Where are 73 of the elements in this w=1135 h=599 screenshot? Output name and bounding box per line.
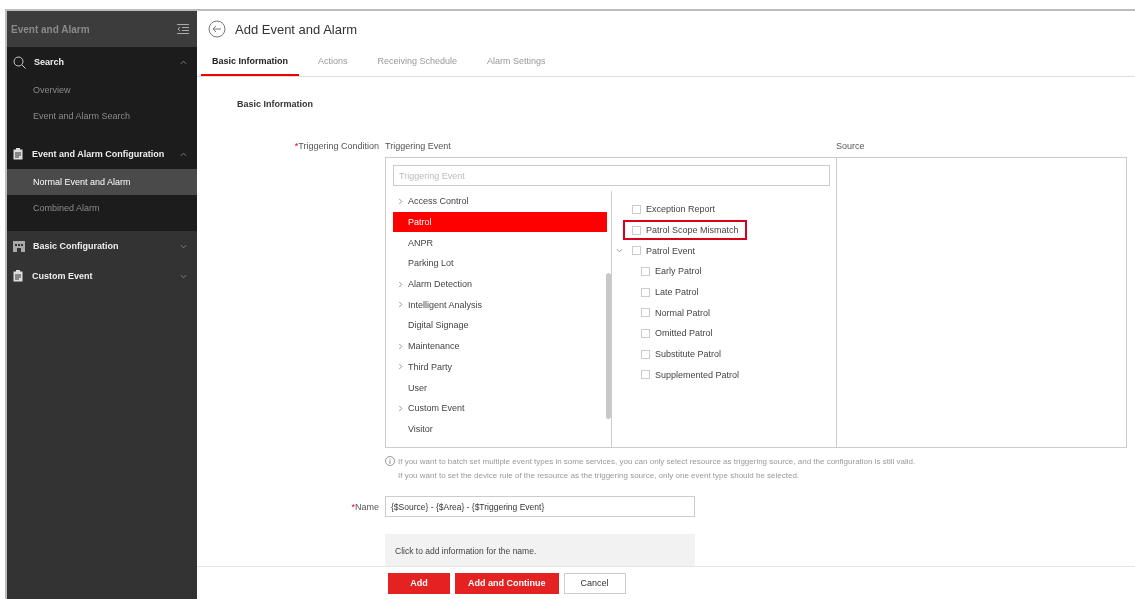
chevron-right-icon [397, 363, 404, 371]
category-item[interactable]: Intelligent Analysis [393, 294, 607, 316]
action-button[interactable]: Add [388, 572, 450, 594]
column-heading: Triggering Event [385, 141, 452, 153]
field-label: *Name [351, 501, 379, 512]
chevron-down-icon [180, 242, 187, 250]
sidebar-item[interactable]: Normal Event and Alarm [7, 169, 197, 195]
checkbox[interactable] [641, 328, 650, 338]
category-item[interactable]: Access Control [393, 191, 607, 212]
chevron-down-icon [180, 272, 187, 280]
event-label: Substitute Patrol [655, 349, 722, 360]
checkbox[interactable] [632, 204, 641, 214]
building-icon [13, 240, 25, 252]
sidebar-section[interactable]: Search [7, 47, 197, 77]
info-icon [385, 456, 395, 466]
section-title: Basic Information [237, 99, 314, 109]
checkbox[interactable] [641, 308, 650, 318]
chevron-right-icon [397, 301, 404, 309]
category-item[interactable]: Visitor [393, 418, 607, 440]
search-field[interactable]: Triggering Event [393, 165, 830, 186]
category-item[interactable]: Custom Event [393, 397, 607, 419]
search-icon [13, 55, 26, 69]
category-item[interactable]: Parking Lot [393, 253, 607, 274]
tab[interactable]: Basic Information [201, 47, 299, 76]
name-hint[interactable]: Click to add information for the name. [385, 534, 695, 566]
checkbox[interactable] [641, 349, 650, 359]
chevron-right-icon [397, 197, 404, 205]
sidebar-section[interactable]: Event and Alarm Configuration [7, 139, 197, 169]
chevron-right-icon [397, 280, 404, 288]
chevron-down-icon [616, 247, 623, 255]
chevron-up-icon [180, 58, 187, 66]
event-label: Supplemented Patrol [655, 369, 740, 380]
sidebar-item[interactable]: Event and Alarm Search [7, 103, 197, 129]
chevron-right-icon [397, 342, 404, 350]
checkbox[interactable] [632, 225, 641, 235]
checkbox[interactable] [641, 370, 650, 380]
chevron-up-icon [180, 150, 187, 158]
category-item[interactable]: Alarm Detection [393, 273, 607, 295]
event-label: Patrol Scope Mismatch [646, 225, 739, 236]
clipboard-icon [13, 148, 24, 160]
event-label: Omitted Patrol [655, 328, 713, 339]
collapse-menu-icon[interactable] [177, 24, 189, 34]
note-text: If you want to set the device rule of the resource as the triggering source, only one event type should be selected. [397, 471, 800, 480]
field-label: *Triggering Condition [294, 141, 379, 153]
category-item[interactable]: ANPR [393, 232, 607, 254]
scrollbar-thumb[interactable] [606, 273, 611, 419]
event-label: Patrol Event [646, 245, 696, 256]
action-button[interactable]: Cancel [563, 572, 626, 594]
sidebar-item[interactable]: Combined Alarm [7, 195, 197, 221]
event-label: Early Patrol [655, 266, 702, 277]
category-item[interactable]: Maintenance [393, 335, 607, 357]
name-field[interactable]: {$Source} - {$Area} - {$Triggering Event} [385, 496, 695, 517]
checkbox[interactable] [632, 246, 641, 256]
event-label: Exception Report [646, 204, 716, 215]
page-title: Add Event and Alarm [235, 21, 358, 37]
clipboard-icon [13, 270, 24, 282]
sidebar-section[interactable]: Custom Event [7, 261, 197, 291]
event-label: Late Patrol [655, 287, 699, 298]
category-item[interactable]: User [393, 377, 607, 398]
sidebar-section[interactable]: Basic Configuration [7, 231, 197, 261]
checkbox[interactable] [641, 287, 650, 297]
column-heading: Source [836, 141, 866, 153]
chevron-right-icon [397, 404, 404, 412]
action-button[interactable]: Add and Continue [455, 572, 559, 594]
category-item[interactable]: Patrol [393, 211, 607, 233]
sidebar-title: Event and Alarm [11, 23, 90, 35]
back-icon[interactable] [208, 20, 226, 38]
event-label: Normal Patrol [655, 307, 710, 318]
sidebar-item[interactable]: Overview [7, 77, 197, 103]
category-item[interactable]: Third Party [393, 356, 607, 378]
category-item[interactable]: Digital Signage [393, 315, 607, 336]
checkbox[interactable] [641, 266, 650, 276]
note-text: If you want to batch set multiple event types in some services, you can only select resource as triggering source, and the configuration is still valid. [398, 456, 916, 466]
